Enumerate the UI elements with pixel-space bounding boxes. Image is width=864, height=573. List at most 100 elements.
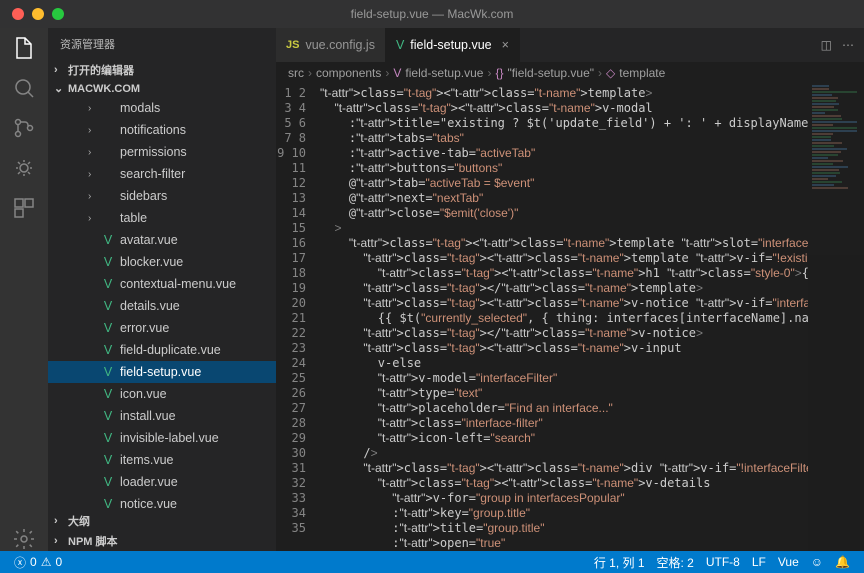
file-type-icon: V xyxy=(396,38,404,52)
editor-tab[interactable]: JSvue.config.js xyxy=(276,28,386,62)
minimap[interactable] xyxy=(808,84,864,551)
sidebar-section[interactable]: ›NPM 脚本 xyxy=(48,531,276,551)
breadcrumb-sep: › xyxy=(487,66,491,80)
window-title: field-setup.vue — MacWk.com xyxy=(351,7,514,21)
vue-icon: V xyxy=(100,343,116,357)
error-icon: ⓧ xyxy=(14,554,26,571)
close-window[interactable] xyxy=(12,8,24,20)
file-item[interactable]: Vnotice.vue xyxy=(48,493,276,511)
breadcrumb-sep: › xyxy=(308,66,312,80)
item-label: modals xyxy=(120,101,160,115)
status-spaces[interactable]: 空格: 2 xyxy=(651,554,700,571)
titlebar: field-setup.vue — MacWk.com xyxy=(0,0,864,28)
close-tab-icon[interactable]: × xyxy=(502,38,509,52)
settings-icon[interactable] xyxy=(12,527,36,551)
minimize-window[interactable] xyxy=(32,8,44,20)
vue-icon: V xyxy=(100,497,116,511)
feedback-icon[interactable]: ☺ xyxy=(805,555,829,569)
status-lang[interactable]: Vue xyxy=(772,555,805,569)
chevron-down-icon: ⌄ xyxy=(54,82,66,95)
item-label: sidebars xyxy=(120,189,167,203)
code-editor[interactable]: "t-attr">class="t-tag"><"t-attr">class="… xyxy=(320,84,808,551)
vue-icon: V xyxy=(100,255,116,269)
file-item[interactable]: Vfield-duplicate.vue xyxy=(48,339,276,361)
vue-icon: V xyxy=(100,431,116,445)
window-controls xyxy=(0,8,64,20)
item-label: contextual-menu.vue xyxy=(120,277,236,291)
status-errors[interactable]: ⓧ0⚠0 xyxy=(8,554,68,571)
breadcrumb-item[interactable]: "field-setup.vue" xyxy=(507,66,594,80)
open-editors-section[interactable]: ›打开的编辑器 xyxy=(48,60,276,80)
folder-item[interactable]: › sidebars xyxy=(48,185,276,207)
file-item[interactable]: Vblocker.vue xyxy=(48,251,276,273)
vue-icon: V xyxy=(100,321,116,335)
file-item[interactable]: Vloader.vue xyxy=(48,471,276,493)
folder-item[interactable]: ›permissions xyxy=(48,141,276,163)
folder-item[interactable]: ›notifications xyxy=(48,119,276,141)
explorer-icon[interactable] xyxy=(12,36,36,60)
project-section[interactable]: ⌄MACWK.COM xyxy=(48,80,276,97)
breadcrumb-item[interactable]: components xyxy=(316,66,381,80)
item-label: search-filter xyxy=(120,167,185,181)
file-item[interactable]: Verror.vue xyxy=(48,317,276,339)
file-item[interactable]: Vavatar.vue xyxy=(48,229,276,251)
vue-icon: V xyxy=(100,277,116,291)
debug-icon[interactable] xyxy=(12,156,36,180)
breadcrumb-icon: V xyxy=(393,66,401,80)
extensions-icon[interactable] xyxy=(12,196,36,220)
line-numbers: 1 2 3 4 5 6 7 8 9 10 11 12 13 14 15 16 1… xyxy=(276,84,320,551)
file-item[interactable]: Vfield-setup.vue xyxy=(48,361,276,383)
status-eol[interactable]: LF xyxy=(746,555,772,569)
file-item[interactable]: Vitems.vue xyxy=(48,449,276,471)
item-label: error.vue xyxy=(120,321,169,335)
folder-item[interactable]: ›search-filter xyxy=(48,163,276,185)
maximize-window[interactable] xyxy=(52,8,64,20)
twist-icon: › xyxy=(88,191,100,202)
item-label: table xyxy=(120,211,147,225)
tab-label: vue.config.js xyxy=(305,38,374,52)
more-icon[interactable]: ⋯ xyxy=(842,38,854,52)
status-encoding[interactable]: UTF-8 xyxy=(700,555,746,569)
sidebar: 资源管理器 ›打开的编辑器 ⌄MACWK.COM ›modals›notific… xyxy=(48,28,276,551)
twist-icon: › xyxy=(88,213,100,224)
item-label: field-duplicate.vue xyxy=(120,343,221,357)
item-label: invisible-label.vue xyxy=(120,431,219,445)
item-label: notifications xyxy=(120,123,186,137)
item-label: avatar.vue xyxy=(120,233,178,247)
editor-area: JSvue.config.js Vfield-setup.vue × ◫ ⋯ src… xyxy=(276,28,864,551)
vue-icon: V xyxy=(100,299,116,313)
file-item[interactable]: Vinstall.vue xyxy=(48,405,276,427)
search-icon[interactable] xyxy=(12,76,36,100)
folder-item[interactable]: › table xyxy=(48,207,276,229)
file-tree: ›modals›notifications›permissions›search… xyxy=(48,97,276,511)
breadcrumb-icon: ◇ xyxy=(606,66,615,80)
breadcrumb-item[interactable]: field-setup.vue xyxy=(405,66,483,80)
vue-icon: V xyxy=(100,453,116,467)
tab-label: field-setup.vue xyxy=(410,38,491,52)
item-label: blocker.vue xyxy=(120,255,183,269)
vue-icon: V xyxy=(100,475,116,489)
file-item[interactable]: Vdetails.vue xyxy=(48,295,276,317)
breadcrumb[interactable]: src›components›Vfield-setup.vue›{}"field… xyxy=(276,62,864,84)
breadcrumb-item[interactable]: template xyxy=(619,66,665,80)
twist-icon: › xyxy=(88,147,100,158)
file-item[interactable]: Vicon.vue xyxy=(48,383,276,405)
editor-tab[interactable]: Vfield-setup.vue × xyxy=(386,28,520,62)
bell-icon[interactable]: 🔔 xyxy=(829,555,856,569)
item-label: icon.vue xyxy=(120,387,167,401)
warning-icon: ⚠ xyxy=(41,555,52,569)
file-item[interactable]: Vinvisible-label.vue xyxy=(48,427,276,449)
split-editor-icon[interactable]: ◫ xyxy=(821,38,832,52)
item-label: notice.vue xyxy=(120,497,177,511)
file-item[interactable]: Vcontextual-menu.vue xyxy=(48,273,276,295)
breadcrumb-icon: {} xyxy=(495,66,503,80)
item-label: loader.vue xyxy=(120,475,178,489)
tab-actions: ◫ ⋯ xyxy=(821,28,864,62)
sidebar-section[interactable]: ›大纲 xyxy=(48,511,276,531)
vue-icon: V xyxy=(100,233,116,247)
breadcrumb-item[interactable]: src xyxy=(288,66,304,80)
source-control-icon[interactable] xyxy=(12,116,36,140)
status-cursor[interactable]: 行 1, 列 1 xyxy=(588,554,651,571)
twist-icon: › xyxy=(88,103,100,114)
folder-item[interactable]: › modals xyxy=(48,97,276,119)
